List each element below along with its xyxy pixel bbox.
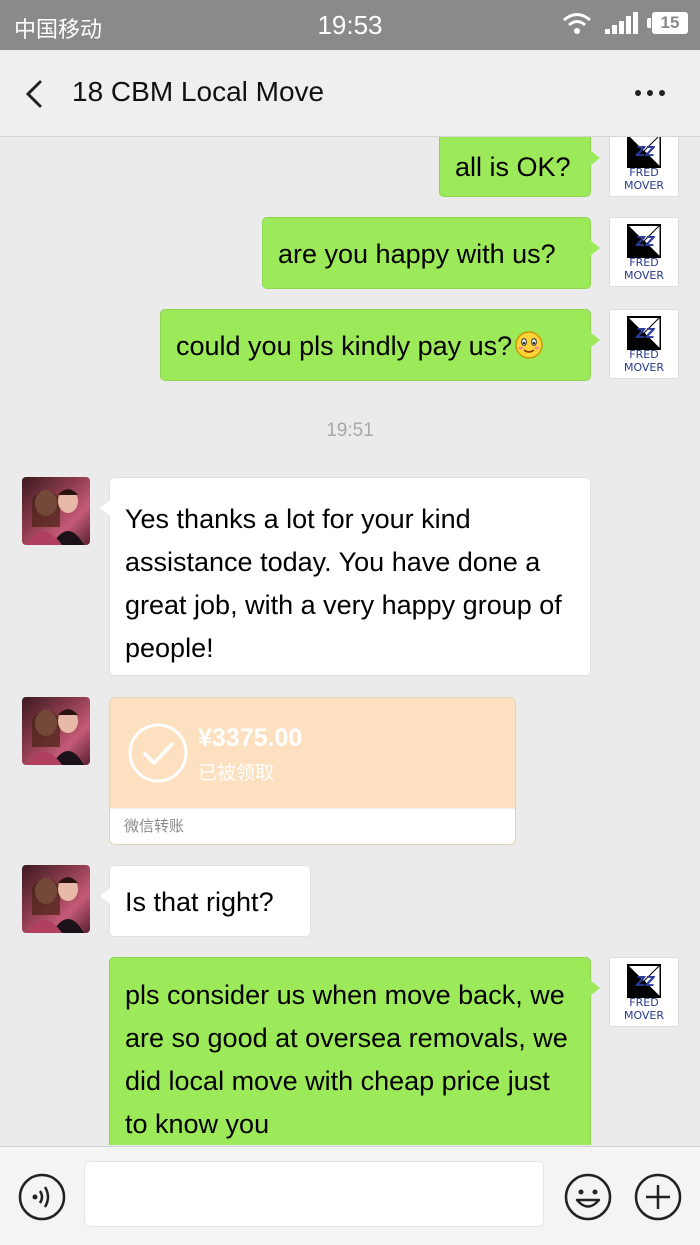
chat-title: 18 CBM Local Move [72, 76, 325, 107]
logo-text-line1: FRED [629, 348, 659, 361]
contact-avatar[interactable] [22, 697, 90, 765]
message-text: all is OK? [455, 152, 571, 182]
smile-emoji-icon [515, 331, 543, 359]
status-indicators: 15 [562, 11, 688, 35]
input-bar [0, 1146, 700, 1245]
plus-icon[interactable] [634, 1173, 682, 1221]
chat-messages[interactable]: all is OK? ZZ FRED MOVER are you happy w… [0, 137, 700, 1145]
message-input[interactable] [84, 1161, 544, 1227]
svg-text:ZZ: ZZ [635, 235, 655, 250]
message-text: Is that right? [125, 887, 274, 917]
contact-photo-icon [26, 877, 84, 933]
contact-photo-icon [26, 489, 84, 545]
voice-input-icon[interactable] [18, 1173, 66, 1221]
battery-icon: 15 [647, 12, 688, 34]
fred-mover-logo-icon: ZZ [627, 964, 661, 998]
logo-text-line1: FRED [629, 256, 659, 269]
logo-text-line2: MOVER [623, 179, 665, 192]
message-text: could you pls kindly pay us? [176, 331, 513, 361]
svg-text:ZZ: ZZ [635, 975, 655, 990]
transfer-label: 微信转账 [110, 808, 515, 844]
message-received[interactable]: Yes thanks a lot for your kind assistanc… [100, 477, 591, 676]
svg-text:ZZ: ZZ [635, 145, 655, 160]
emoji-icon[interactable] [564, 1173, 612, 1221]
back-icon[interactable] [18, 74, 54, 114]
transfer-status: 已被领取 [198, 763, 275, 784]
my-avatar[interactable]: ZZ FRED MOVER [609, 217, 679, 287]
message-sent[interactable]: are you happy with us? [262, 217, 600, 289]
time-divider: 19:51 [326, 420, 374, 441]
signal-icon [605, 12, 638, 34]
transfer-body: ¥3375.00 已被领取 [110, 698, 515, 808]
message-sent[interactable]: all is OK? [439, 137, 600, 197]
check-circle-icon [128, 723, 188, 783]
my-avatar[interactable]: ZZ FRED MOVER [609, 137, 679, 197]
contact-avatar[interactable] [22, 865, 90, 933]
transfer-amount: ¥3375.00 [198, 724, 303, 752]
message-text: Yes thanks a lot for your kind assistanc… [125, 504, 562, 663]
logo-text-line1: FRED [629, 166, 659, 179]
fred-mover-logo-icon: ZZ [627, 224, 661, 258]
svg-text:ZZ: ZZ [635, 327, 655, 342]
message-received[interactable]: Is that right? [100, 865, 311, 937]
status-bar: 中国移动 19:53 15 [0, 0, 700, 50]
my-avatar[interactable]: ZZ FRED MOVER [609, 957, 679, 1027]
logo-text-line2: MOVER [623, 361, 665, 374]
contact-photo-icon [26, 709, 84, 765]
logo-text-line2: MOVER [623, 269, 665, 282]
fred-mover-logo-icon: ZZ [627, 137, 661, 168]
wifi-icon [563, 13, 591, 34]
my-avatar[interactable]: ZZ FRED MOVER [609, 309, 679, 379]
logo-text-line2: MOVER [623, 1009, 665, 1022]
message-sent[interactable]: could you pls kindly pay us? [160, 309, 600, 381]
message-text: are you happy with us? [278, 239, 556, 269]
more-options-icon[interactable] [630, 76, 670, 110]
message-text: pls consider us when move back, we are s… [125, 980, 568, 1139]
contact-avatar[interactable] [22, 477, 90, 545]
chat-header: 18 CBM Local Move [0, 50, 700, 137]
wechat-transfer-card[interactable]: ¥3375.00 已被领取 微信转账 [109, 697, 516, 845]
message-sent[interactable]: pls consider us when move back, we are s… [109, 957, 600, 1145]
fred-mover-logo-icon: ZZ [627, 316, 661, 350]
logo-text-line1: FRED [629, 996, 659, 1009]
